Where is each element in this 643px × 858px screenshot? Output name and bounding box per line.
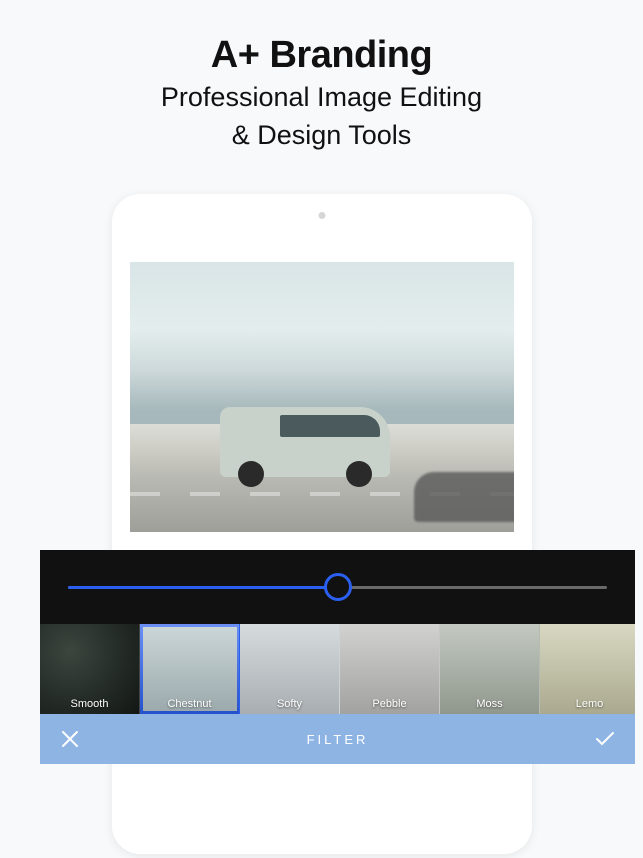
filter-action-bar: FILTER xyxy=(40,714,635,764)
check-icon xyxy=(595,730,615,748)
filter-label: Lemo xyxy=(540,698,635,710)
photo-background-car xyxy=(414,472,514,522)
headline-subtitle-line2: & Design Tools xyxy=(0,119,643,153)
photo-subject-van xyxy=(220,407,390,477)
filter-softy[interactable]: Softy xyxy=(240,624,340,714)
filter-label: Moss xyxy=(440,698,539,710)
headline-subtitle-line1: Professional Image Editing xyxy=(0,81,643,115)
mode-label: FILTER xyxy=(100,732,575,747)
headline-title: A+ Branding xyxy=(0,34,643,77)
filter-lemon[interactable]: Lemo xyxy=(540,624,635,714)
filter-label: Chestnut xyxy=(140,698,239,710)
filter-moss[interactable]: Moss xyxy=(440,624,540,714)
filter-label: Softy xyxy=(240,698,339,710)
slider-fill xyxy=(68,586,338,589)
filter-pebble[interactable]: Pebble xyxy=(340,624,440,714)
close-icon xyxy=(61,730,79,748)
filter-label: Smooth xyxy=(40,698,139,710)
cancel-button[interactable] xyxy=(40,714,100,764)
intensity-slider[interactable] xyxy=(68,586,607,589)
filter-strip: Smooth Chestnut Softy Pebble Moss Lemo xyxy=(40,624,635,714)
confirm-button[interactable] xyxy=(575,714,635,764)
filter-chestnut[interactable]: Chestnut xyxy=(140,624,240,714)
editing-canvas[interactable] xyxy=(130,262,514,532)
slider-thumb[interactable] xyxy=(324,573,352,601)
device-camera-icon xyxy=(319,212,326,219)
marketing-headline: A+ Branding Professional Image Editing &… xyxy=(0,0,643,153)
intensity-slider-bar xyxy=(40,550,635,624)
filter-label: Pebble xyxy=(340,698,439,710)
filter-smooth[interactable]: Smooth xyxy=(40,624,140,714)
